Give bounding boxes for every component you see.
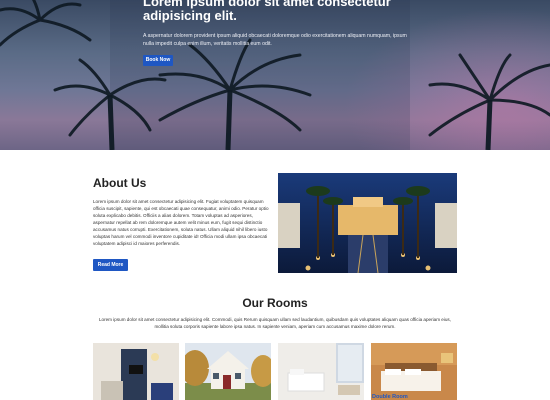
read-more-button[interactable]: Read More: [93, 259, 128, 271]
hotel-night-image: [278, 173, 457, 273]
hero-banner: Lorem ipsum dolor sit amet consectetur a…: [0, 0, 550, 150]
about-text: Lorem ipsum dolor sit amet consectetur a…: [93, 199, 269, 246]
hero-title-line-2: adipisicing elit.: [143, 8, 237, 23]
hero-text-block: Lorem ipsum dolor sit amet consectetur a…: [143, 0, 423, 66]
rooms-title: Our Rooms: [242, 296, 308, 310]
room-image-twin[interactable]: [278, 343, 364, 400]
hero-title: Lorem ipsum dolor sit amet consectetur a…: [143, 0, 423, 23]
room-image-cottage[interactable]: [185, 343, 271, 400]
room-image-living[interactable]: [93, 343, 179, 400]
room-name-double[interactable]: Double Room: [372, 394, 408, 400]
hero-description: A aspernatur dolorem provident ipsum ali…: [143, 33, 407, 47]
room-image-double[interactable]: [371, 343, 457, 400]
rooms-description: Lorem ipsum dolor sit amet consectetur a…: [98, 317, 452, 329]
book-now-button[interactable]: Book Now: [143, 55, 173, 66]
about-title: About Us: [93, 176, 147, 190]
